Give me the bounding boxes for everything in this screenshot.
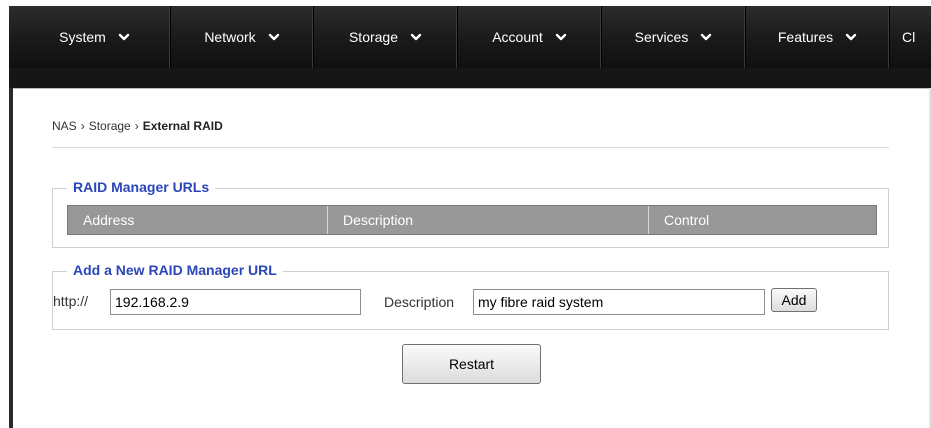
column-address: Address [83,212,135,228]
description-input[interactable] [473,289,765,315]
description-label: Description [384,294,455,310]
nav-item-label: Storage [348,29,399,45]
nav-item-features[interactable]: Features [746,6,890,68]
raid-urls-section: RAID Manager URLs Address Description Co… [52,178,889,248]
breadcrumb-separator: › [134,119,139,133]
breadcrumb: NAS › Storage › External RAID [52,119,223,133]
nav-item-label: System [59,29,106,45]
nav-menu: System Network Storage Account Services Featu… [9,6,931,68]
nav-item-label: Network [204,29,256,45]
nav-item-system[interactable]: System [9,6,171,68]
add-button[interactable]: Add [771,288,817,312]
nav-item-account[interactable]: Account [458,6,602,68]
restart-button[interactable]: Restart [402,344,541,384]
column-description: Description [327,206,648,234]
breadcrumb-current: External RAID [142,119,223,133]
breadcrumb-separator: › [80,119,85,133]
nav-item-services[interactable]: Services [602,6,746,68]
chevron-down-icon [555,31,567,43]
nav-item-label: Account [492,29,543,45]
raid-urls-table-header: Address Description Control [67,205,877,235]
nav-item-label: Cl [902,29,916,45]
chevron-down-icon [700,31,712,43]
breadcrumb-storage[interactable]: Storage [89,119,131,133]
column-control: Control [648,206,876,234]
top-navbar: System Network Storage Account Services Featu… [9,6,931,68]
nav-item-cl[interactable]: Cl [890,6,931,68]
add-url-legend: Add a New RAID Manager URL [67,261,283,279]
raid-urls-legend: RAID Manager URLs [67,178,216,196]
breadcrumb-nas[interactable]: NAS [52,119,77,133]
http-prefix-label: http:// [53,293,89,309]
address-input[interactable] [110,289,361,315]
nav-item-network[interactable]: Network [171,6,314,68]
breadcrumb-divider [52,147,889,148]
nav-item-label: Services [634,29,689,45]
navbar-subbar [9,68,931,88]
chevron-down-icon [410,31,422,43]
chevron-down-icon [845,31,857,43]
nav-item-storage[interactable]: Storage [314,6,458,68]
chevron-down-icon [268,31,280,43]
nav-item-label: Features [777,29,834,45]
chevron-down-icon [118,31,130,43]
